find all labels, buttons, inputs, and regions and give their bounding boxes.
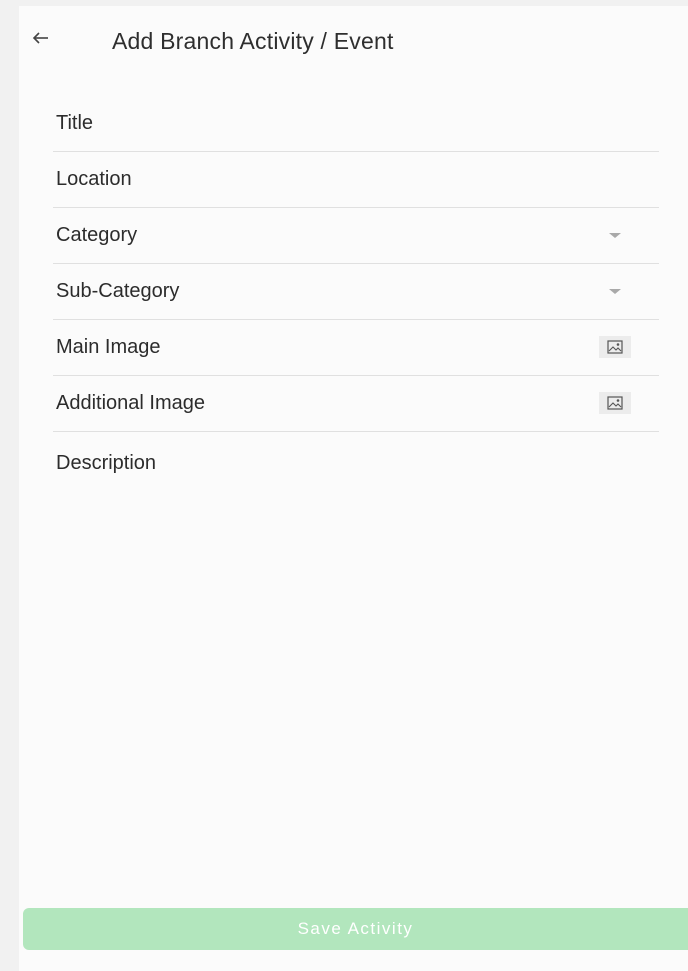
activity-form: Title Location Category Sub-Category Mai… [53, 96, 659, 852]
category-dropdown[interactable]: Category [53, 208, 659, 264]
caret-down-icon[interactable] [609, 233, 621, 238]
description-textarea[interactable]: Description [53, 432, 659, 852]
description-field-label: Description [56, 452, 157, 474]
app-bar: Add Branch Activity / Event [19, 6, 688, 76]
location-field[interactable]: Location [53, 152, 659, 208]
image-picker-icon[interactable] [599, 336, 631, 358]
caret-down-icon[interactable] [609, 289, 621, 294]
additional-image-field[interactable]: Additional Image [53, 376, 659, 432]
category-field-label: Category [56, 224, 138, 246]
location-field-label: Location [56, 168, 132, 190]
save-activity-button[interactable]: Save Activity [23, 908, 688, 950]
sub-category-dropdown[interactable]: Sub-Category [53, 264, 659, 320]
additional-image-field-label: Additional Image [56, 392, 205, 414]
add-activity-screen: Add Branch Activity / Event Title Locati… [19, 6, 688, 971]
main-image-field[interactable]: Main Image [53, 320, 659, 376]
title-field-label: Title [56, 112, 94, 134]
sub-category-field-label: Sub-Category [56, 280, 180, 302]
arrow-left-icon[interactable] [31, 28, 51, 48]
image-picker-icon[interactable] [599, 392, 631, 414]
main-image-field-label: Main Image [56, 336, 161, 358]
page-title: Add Branch Activity / Event [112, 28, 394, 54]
title-field[interactable]: Title [53, 96, 659, 152]
